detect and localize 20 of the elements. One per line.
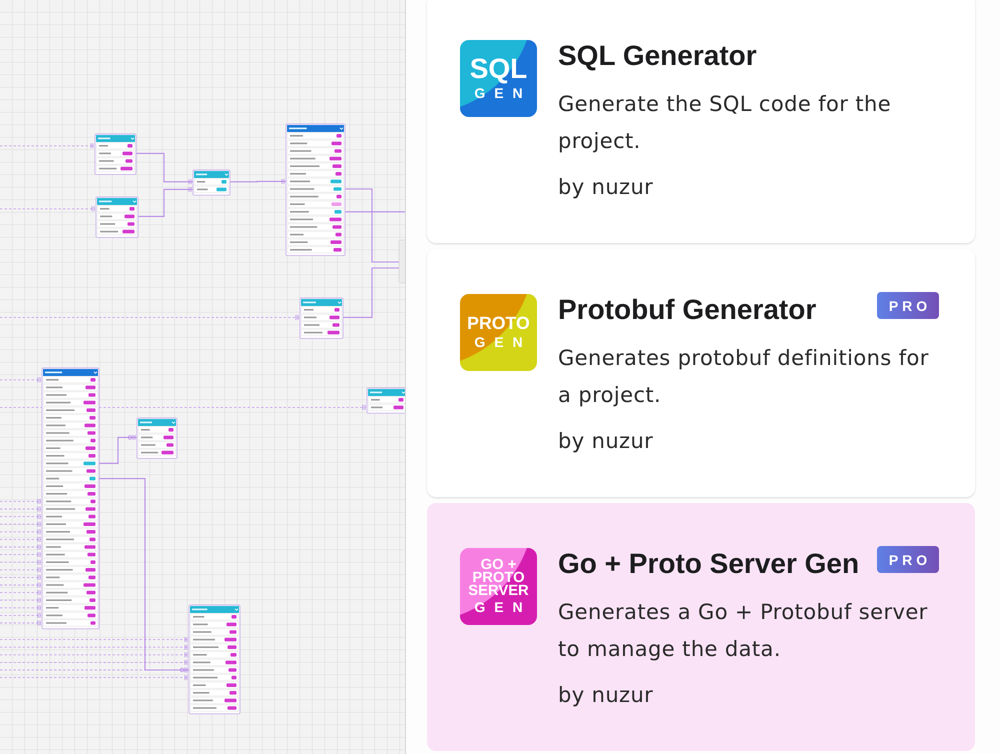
logo-text: GEN — [473, 600, 532, 614]
plugin-card[interactable]: SQL GEN SQL Generator Generate the SQL code for the project. by nuzur — [427, 0, 975, 243]
plugin-card[interactable]: PROTO GEN Protobuf Generator PRO Generates protobuf definitions for a project. by nuzur — [427, 249, 975, 497]
logo-text: SERVER — [468, 584, 529, 598]
plugin-author: by nuzur — [558, 682, 654, 709]
logo-text: GEN — [473, 335, 532, 350]
logo-text: GO + — [480, 559, 516, 572]
plugin-description: Generates protobuf definitions for a project. — [558, 345, 930, 409]
plugin-title: Go + Proto Server Gen — [558, 548, 860, 580]
plugin-title: Protobuf Generator — [558, 294, 816, 326]
logo-text: GEN — [473, 86, 532, 100]
plugin-description: Generates a Go + Protobuf server to manage the data. — [558, 599, 929, 663]
pro-badge: PRO — [877, 546, 939, 573]
logo-text: PROTO — [467, 316, 530, 332]
logo-text: SQL — [470, 57, 528, 82]
plugin-author: by nuzur — [558, 174, 654, 201]
plugin-title: SQL Generator — [558, 40, 757, 72]
plugin-description: Generate the SQL code for the project. — [558, 91, 892, 155]
plugin-author: by nuzur — [558, 428, 654, 455]
pro-badge: PRO — [877, 292, 939, 319]
